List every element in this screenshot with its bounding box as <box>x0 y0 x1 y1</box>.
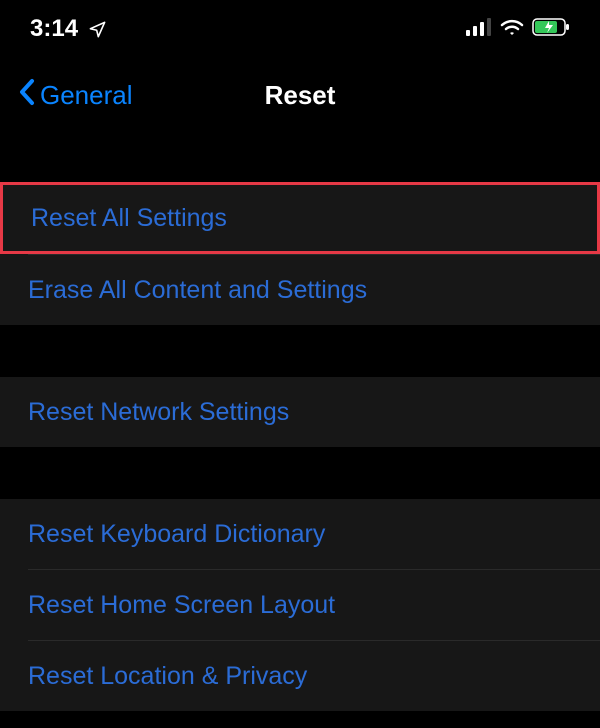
status-bar-right <box>466 18 570 41</box>
nav-bar: General Reset <box>0 58 600 134</box>
status-bar-left: 3:14 <box>30 15 107 43</box>
erase-all-content-row[interactable]: Erase All Content and Settings <box>0 255 600 325</box>
back-label: General <box>40 80 133 111</box>
wifi-icon <box>500 18 524 41</box>
section-reset-main: Reset All Settings Erase All Content and… <box>0 182 600 325</box>
row-label: Reset Home Screen Layout <box>28 591 335 620</box>
reset-network-settings-row[interactable]: Reset Network Settings <box>0 377 600 447</box>
chevron-left-icon <box>18 78 36 113</box>
reset-all-settings-row[interactable]: Reset All Settings <box>0 182 600 254</box>
section-reset-other: Reset Keyboard Dictionary Reset Home Scr… <box>0 499 600 711</box>
battery-charging-icon <box>532 18 570 41</box>
reset-keyboard-dictionary-row[interactable]: Reset Keyboard Dictionary <box>0 499 600 569</box>
section-gap <box>0 447 600 499</box>
reset-location-privacy-row[interactable]: Reset Location & Privacy <box>0 641 600 711</box>
row-label: Erase All Content and Settings <box>28 276 367 305</box>
location-arrow-icon <box>88 20 107 39</box>
content: Reset All Settings Erase All Content and… <box>0 134 600 711</box>
reset-home-screen-layout-row[interactable]: Reset Home Screen Layout <box>0 570 600 640</box>
page-title: Reset <box>265 80 336 111</box>
row-label: Reset Keyboard Dictionary <box>28 520 325 549</box>
section-reset-network: Reset Network Settings <box>0 377 600 447</box>
cellular-signal-icon <box>466 18 492 41</box>
row-label: Reset All Settings <box>31 204 227 233</box>
section-gap <box>0 134 600 182</box>
row-label: Reset Network Settings <box>28 398 289 427</box>
section-gap <box>0 325 600 377</box>
row-label: Reset Location & Privacy <box>28 662 307 691</box>
back-button[interactable]: General <box>18 78 133 113</box>
status-time: 3:14 <box>30 15 78 43</box>
status-bar: 3:14 <box>0 0 600 58</box>
